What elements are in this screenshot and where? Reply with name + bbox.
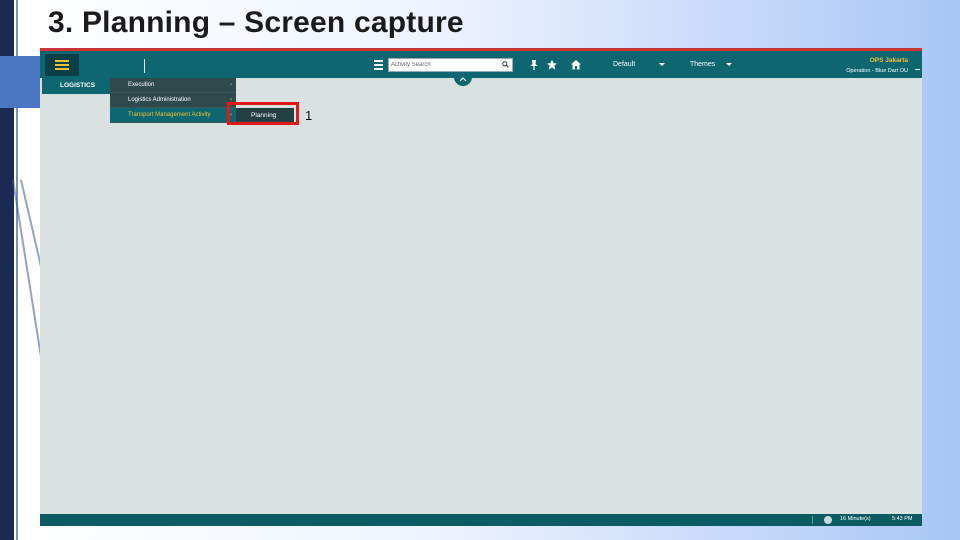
layout-dropdown[interactable]: Default xyxy=(613,61,635,68)
top-toolbar: Default Themes OPS Jakarta Operation - B… xyxy=(40,51,922,78)
toolbar-divider xyxy=(144,59,145,73)
submenu-item-logistics-administration[interactable]: Logistics Administration › xyxy=(110,93,236,108)
slide-accent-block xyxy=(0,56,40,108)
app-window: Default Themes OPS Jakarta Operation - B… xyxy=(40,48,922,526)
menu-logistics[interactable]: LOGISTICS xyxy=(42,78,110,94)
user-role: Operation - Blue Dart OU xyxy=(846,68,908,74)
home-icon[interactable] xyxy=(570,59,582,71)
timer-icon xyxy=(824,516,832,524)
star-icon[interactable] xyxy=(546,59,558,71)
activity-search-input[interactable] xyxy=(391,59,496,71)
highlight-box xyxy=(227,102,299,125)
search-icon[interactable] xyxy=(502,61,509,68)
submenu-item-transport-management-activity[interactable]: Transport Management Activity › xyxy=(110,108,236,123)
chevron-down-icon[interactable] xyxy=(726,63,732,66)
session-timer: 16 Minute(s) xyxy=(840,516,871,522)
user-menu-caret[interactable] xyxy=(915,69,920,70)
status-clock: 5:43 PM xyxy=(892,516,913,522)
chevron-down-icon[interactable] xyxy=(659,63,665,66)
status-bar: 16 Minute(s) 5:43 PM xyxy=(40,514,922,526)
pin-icon[interactable] xyxy=(528,59,540,71)
submenu-item-label: Transport Management Activity xyxy=(128,112,211,118)
activity-search-box xyxy=(388,58,513,72)
themes-dropdown[interactable]: Themes xyxy=(690,61,715,68)
collapse-toolbar-button[interactable] xyxy=(454,75,472,86)
chevron-up-icon xyxy=(459,77,467,82)
submenu-item-label: Execution xyxy=(128,82,155,88)
hamburger-icon xyxy=(55,60,69,70)
list-icon[interactable] xyxy=(374,60,383,70)
main-menu-button[interactable] xyxy=(45,54,79,76)
slide-title: 3. Planning – Screen capture xyxy=(48,6,464,39)
annotation-number: 1 xyxy=(305,108,313,123)
submenu-item-execution[interactable]: Execution › xyxy=(110,78,236,93)
user-name[interactable]: OPS Jakarta xyxy=(870,57,908,64)
submenu-item-label: Logistics Administration xyxy=(128,97,191,103)
status-divider xyxy=(812,516,813,524)
submenu-logistics: Execution › Logistics Administration › T… xyxy=(110,78,236,124)
menu-logistics-label: LOGISTICS xyxy=(60,82,96,89)
chevron-right-icon: › xyxy=(230,82,232,88)
